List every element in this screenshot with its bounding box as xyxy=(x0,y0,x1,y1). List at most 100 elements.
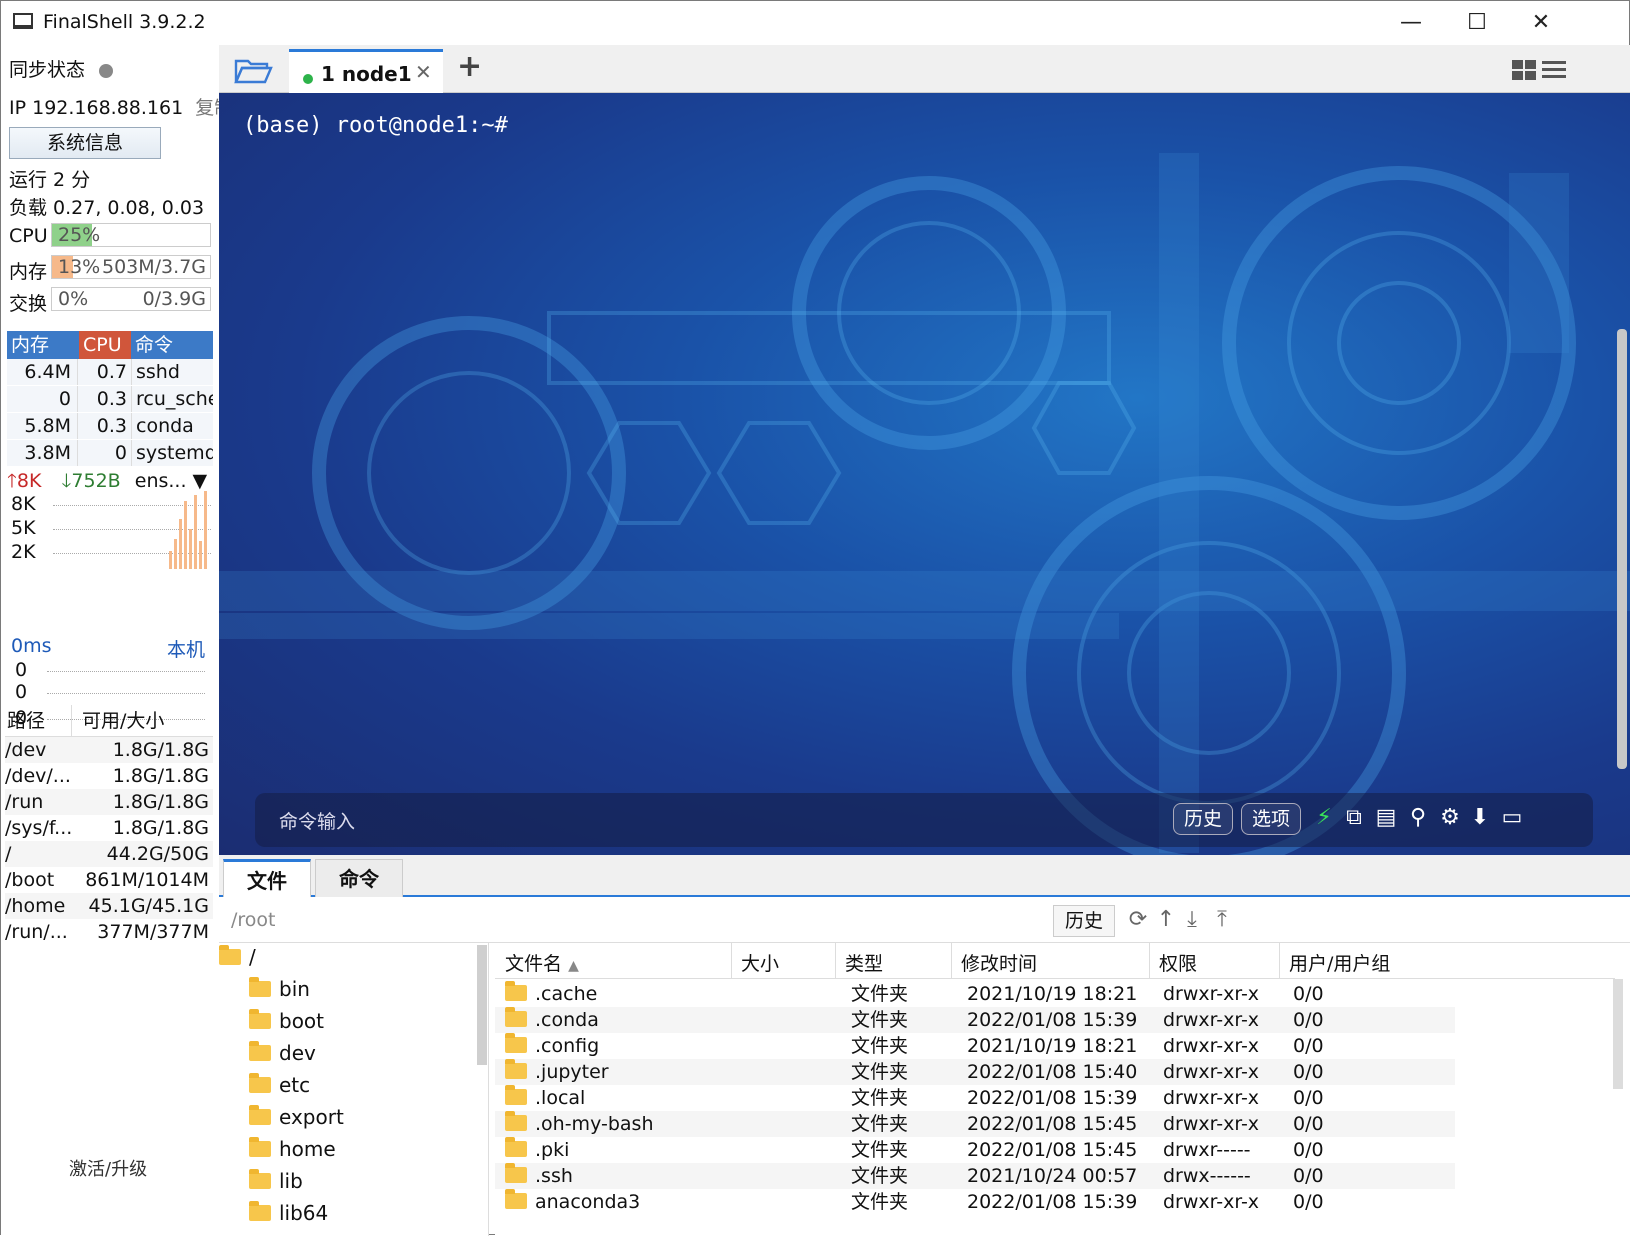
proc-cpu: 0 xyxy=(77,440,131,466)
folder-icon xyxy=(249,1041,271,1061)
search-icon[interactable]: ⚲ xyxy=(1405,805,1431,833)
file-perm: drwxr-xr-x xyxy=(1163,1113,1260,1135)
tree-node[interactable]: lib64 xyxy=(249,1201,328,1225)
tree-node-root[interactable]: / xyxy=(219,945,256,969)
col-header-owner[interactable]: 用户/用户组 xyxy=(1289,949,1390,976)
file-row[interactable]: .jupyter 文件夹 2022/01/08 15:40 drwxr-xr-x 0/0 xyxy=(495,1059,1455,1085)
disk-header-path[interactable]: 路径 xyxy=(5,705,71,736)
tab-node1[interactable]: 1 node1 ✕ xyxy=(289,49,443,93)
tab-files[interactable]: 文件 xyxy=(223,859,311,897)
options-button[interactable]: 选项 xyxy=(1241,803,1301,835)
app-icon xyxy=(13,13,33,29)
col-header-name[interactable]: 文件名 ▲ xyxy=(505,949,579,976)
command-input-placeholder[interactable]: 命令输入 xyxy=(279,807,355,834)
proc-cmd: sshd xyxy=(131,359,213,385)
disk-row[interactable]: /dev/... 1.8G/1.8G xyxy=(5,763,213,789)
tree-node[interactable]: export xyxy=(249,1105,344,1129)
path-history-button[interactable]: 历史 xyxy=(1053,905,1115,937)
tab-commands[interactable]: 命令 xyxy=(315,859,403,897)
file-row[interactable]: .pki 文件夹 2022/01/08 15:45 drwxr----- 0/0 xyxy=(495,1137,1455,1163)
file-perm: drwxr-xr-x xyxy=(1163,1009,1260,1031)
tree-node[interactable]: lib xyxy=(249,1169,303,1193)
file-row[interactable]: .conda 文件夹 2022/01/08 15:39 drwxr-xr-x 0/0 xyxy=(495,1007,1455,1033)
sync-status: 同步状态 xyxy=(9,55,114,82)
parent-dir-icon[interactable]: ↑ xyxy=(1153,907,1179,935)
folder-icon xyxy=(505,1085,527,1105)
tree-node[interactable]: home xyxy=(249,1137,336,1161)
folder-open-icon[interactable] xyxy=(233,53,273,85)
col-header-type[interactable]: 类型 xyxy=(845,949,883,976)
process-table-header: 内存 CPU 命令 xyxy=(7,331,213,359)
disk-row[interactable]: /boot 861M/1014M xyxy=(5,867,213,893)
tree-node[interactable]: bin xyxy=(249,977,310,1001)
file-row[interactable]: .config 文件夹 2021/10/19 18:21 drwxr-xr-x 0/0 xyxy=(495,1033,1455,1059)
arrow-down-icon[interactable]: ⬇ xyxy=(1467,805,1493,833)
gear-icon[interactable]: ⚙ xyxy=(1437,805,1463,833)
mem-percent: 13% xyxy=(58,256,101,278)
system-info-button[interactable]: 系统信息 xyxy=(9,127,161,159)
net-tick: 8K xyxy=(11,493,36,515)
paste-icon[interactable]: ▤ xyxy=(1373,805,1399,833)
proc-header-cmd[interactable]: 命令 xyxy=(131,331,213,359)
current-path[interactable]: /root xyxy=(231,909,276,931)
proc-header-cpu[interactable]: CPU xyxy=(79,331,131,359)
terminal-scrollbar[interactable] xyxy=(1617,329,1627,769)
disk-rows: /dev 1.8G/1.8G /dev/... 1.8G/1.8G /run 1.8G… xyxy=(5,737,213,945)
tab-label: 1 node1 xyxy=(321,62,412,86)
col-header-size[interactable]: 大小 xyxy=(741,949,779,976)
tree-node[interactable]: etc xyxy=(249,1073,310,1097)
download-rate: 752B xyxy=(71,470,121,492)
file-row[interactable]: .ssh 文件夹 2021/10/24 00:57 drwx------ 0/0 xyxy=(495,1163,1455,1189)
process-row[interactable]: 0 0.3 rcu_sche xyxy=(7,386,213,413)
process-row[interactable]: 3.8M 0 systemd xyxy=(7,440,213,467)
ping-target[interactable]: 本机 xyxy=(167,635,205,662)
file-row[interactable]: anaconda3 文件夹 2022/01/08 15:39 drwxr-xr-x 0/… xyxy=(495,1189,1455,1215)
disk-row[interactable]: / 44.2G/50G xyxy=(5,841,213,867)
close-button[interactable]: ✕ xyxy=(1511,7,1571,39)
history-button[interactable]: 历史 xyxy=(1173,803,1233,835)
download-icon[interactable]: ⤓ xyxy=(1179,907,1205,935)
process-row[interactable]: 5.8M 0.3 conda xyxy=(7,413,213,440)
ping-tick: 0 xyxy=(15,659,28,681)
disk-header-size[interactable]: 可用/大小 xyxy=(71,705,213,736)
proc-mem: 3.8M xyxy=(24,442,71,464)
activate-upgrade-link[interactable]: 激活/升级 xyxy=(69,1155,147,1181)
disk-row[interactable]: /dev 1.8G/1.8G xyxy=(5,737,213,763)
maximize-button[interactable]: ☐ xyxy=(1447,7,1507,39)
ping-latency: 0ms xyxy=(11,635,52,657)
refresh-icon[interactable]: ⟳ xyxy=(1125,907,1151,935)
menu-icon[interactable] xyxy=(1541,59,1567,81)
disk-row[interactable]: /run 1.8G/1.8G xyxy=(5,789,213,815)
folder-icon xyxy=(249,1105,271,1125)
process-row[interactable]: 6.4M 0.7 sshd xyxy=(7,359,213,386)
proc-header-mem[interactable]: 内存 xyxy=(7,331,79,359)
cpu-meter: 25% xyxy=(51,223,211,247)
window-icon[interactable]: ▭ xyxy=(1499,805,1525,833)
command-input-bar[interactable]: 命令输入 历史 选项 ⚡ ⧉ ▤ ⚲ ⚙ ⬇ ▭ xyxy=(255,793,1593,847)
file-row[interactable]: .oh-my-bash 文件夹 2022/01/08 15:45 drwxr-xr-x… xyxy=(495,1111,1455,1137)
file-name: .conda xyxy=(535,1009,599,1031)
file-type: 文件夹 xyxy=(851,1035,909,1057)
file-name: .cache xyxy=(535,983,598,1005)
grid-layout-icon[interactable] xyxy=(1511,59,1537,81)
file-row[interactable]: .local 文件夹 2022/01/08 15:39 drwxr-xr-x 0/0 xyxy=(495,1085,1455,1111)
upload-icon[interactable]: ⤒ xyxy=(1209,907,1235,935)
col-header-perm[interactable]: 权限 xyxy=(1159,949,1197,976)
close-tab-icon[interactable]: ✕ xyxy=(415,60,432,84)
disk-row[interactable]: /sys/f... 1.8G/1.8G xyxy=(5,815,213,841)
new-tab-button[interactable]: + xyxy=(457,49,482,84)
lightning-icon[interactable]: ⚡ xyxy=(1311,805,1337,833)
copy-icon[interactable]: ⧉ xyxy=(1341,805,1367,833)
minimize-button[interactable]: — xyxy=(1381,7,1441,39)
disk-row[interactable]: /home 45.1G/45.1G xyxy=(5,893,213,919)
file-row[interactable]: .cache 文件夹 2021/10/19 18:21 drwxr-xr-x 0/0 xyxy=(495,981,1455,1007)
terminal[interactable]: (base) root@node1:~# 命令输入 历史 选项 ⚡ ⧉ ▤ ⚲ … xyxy=(219,93,1630,855)
col-header-mtime[interactable]: 修改时间 xyxy=(961,949,1037,976)
disk-row[interactable]: /run/... 377M/377M xyxy=(5,919,213,945)
tree-node[interactable]: dev xyxy=(249,1041,316,1065)
tree-node-label: dev xyxy=(279,1041,316,1065)
file-list-scrollbar[interactable] xyxy=(1613,979,1623,1089)
network-monitor: 🡑8K 🡓752B ens... ▼ 8K 5K 2K xyxy=(7,470,213,629)
tree-node[interactable]: boot xyxy=(249,1009,324,1033)
tree-scrollbar[interactable] xyxy=(477,945,487,1065)
